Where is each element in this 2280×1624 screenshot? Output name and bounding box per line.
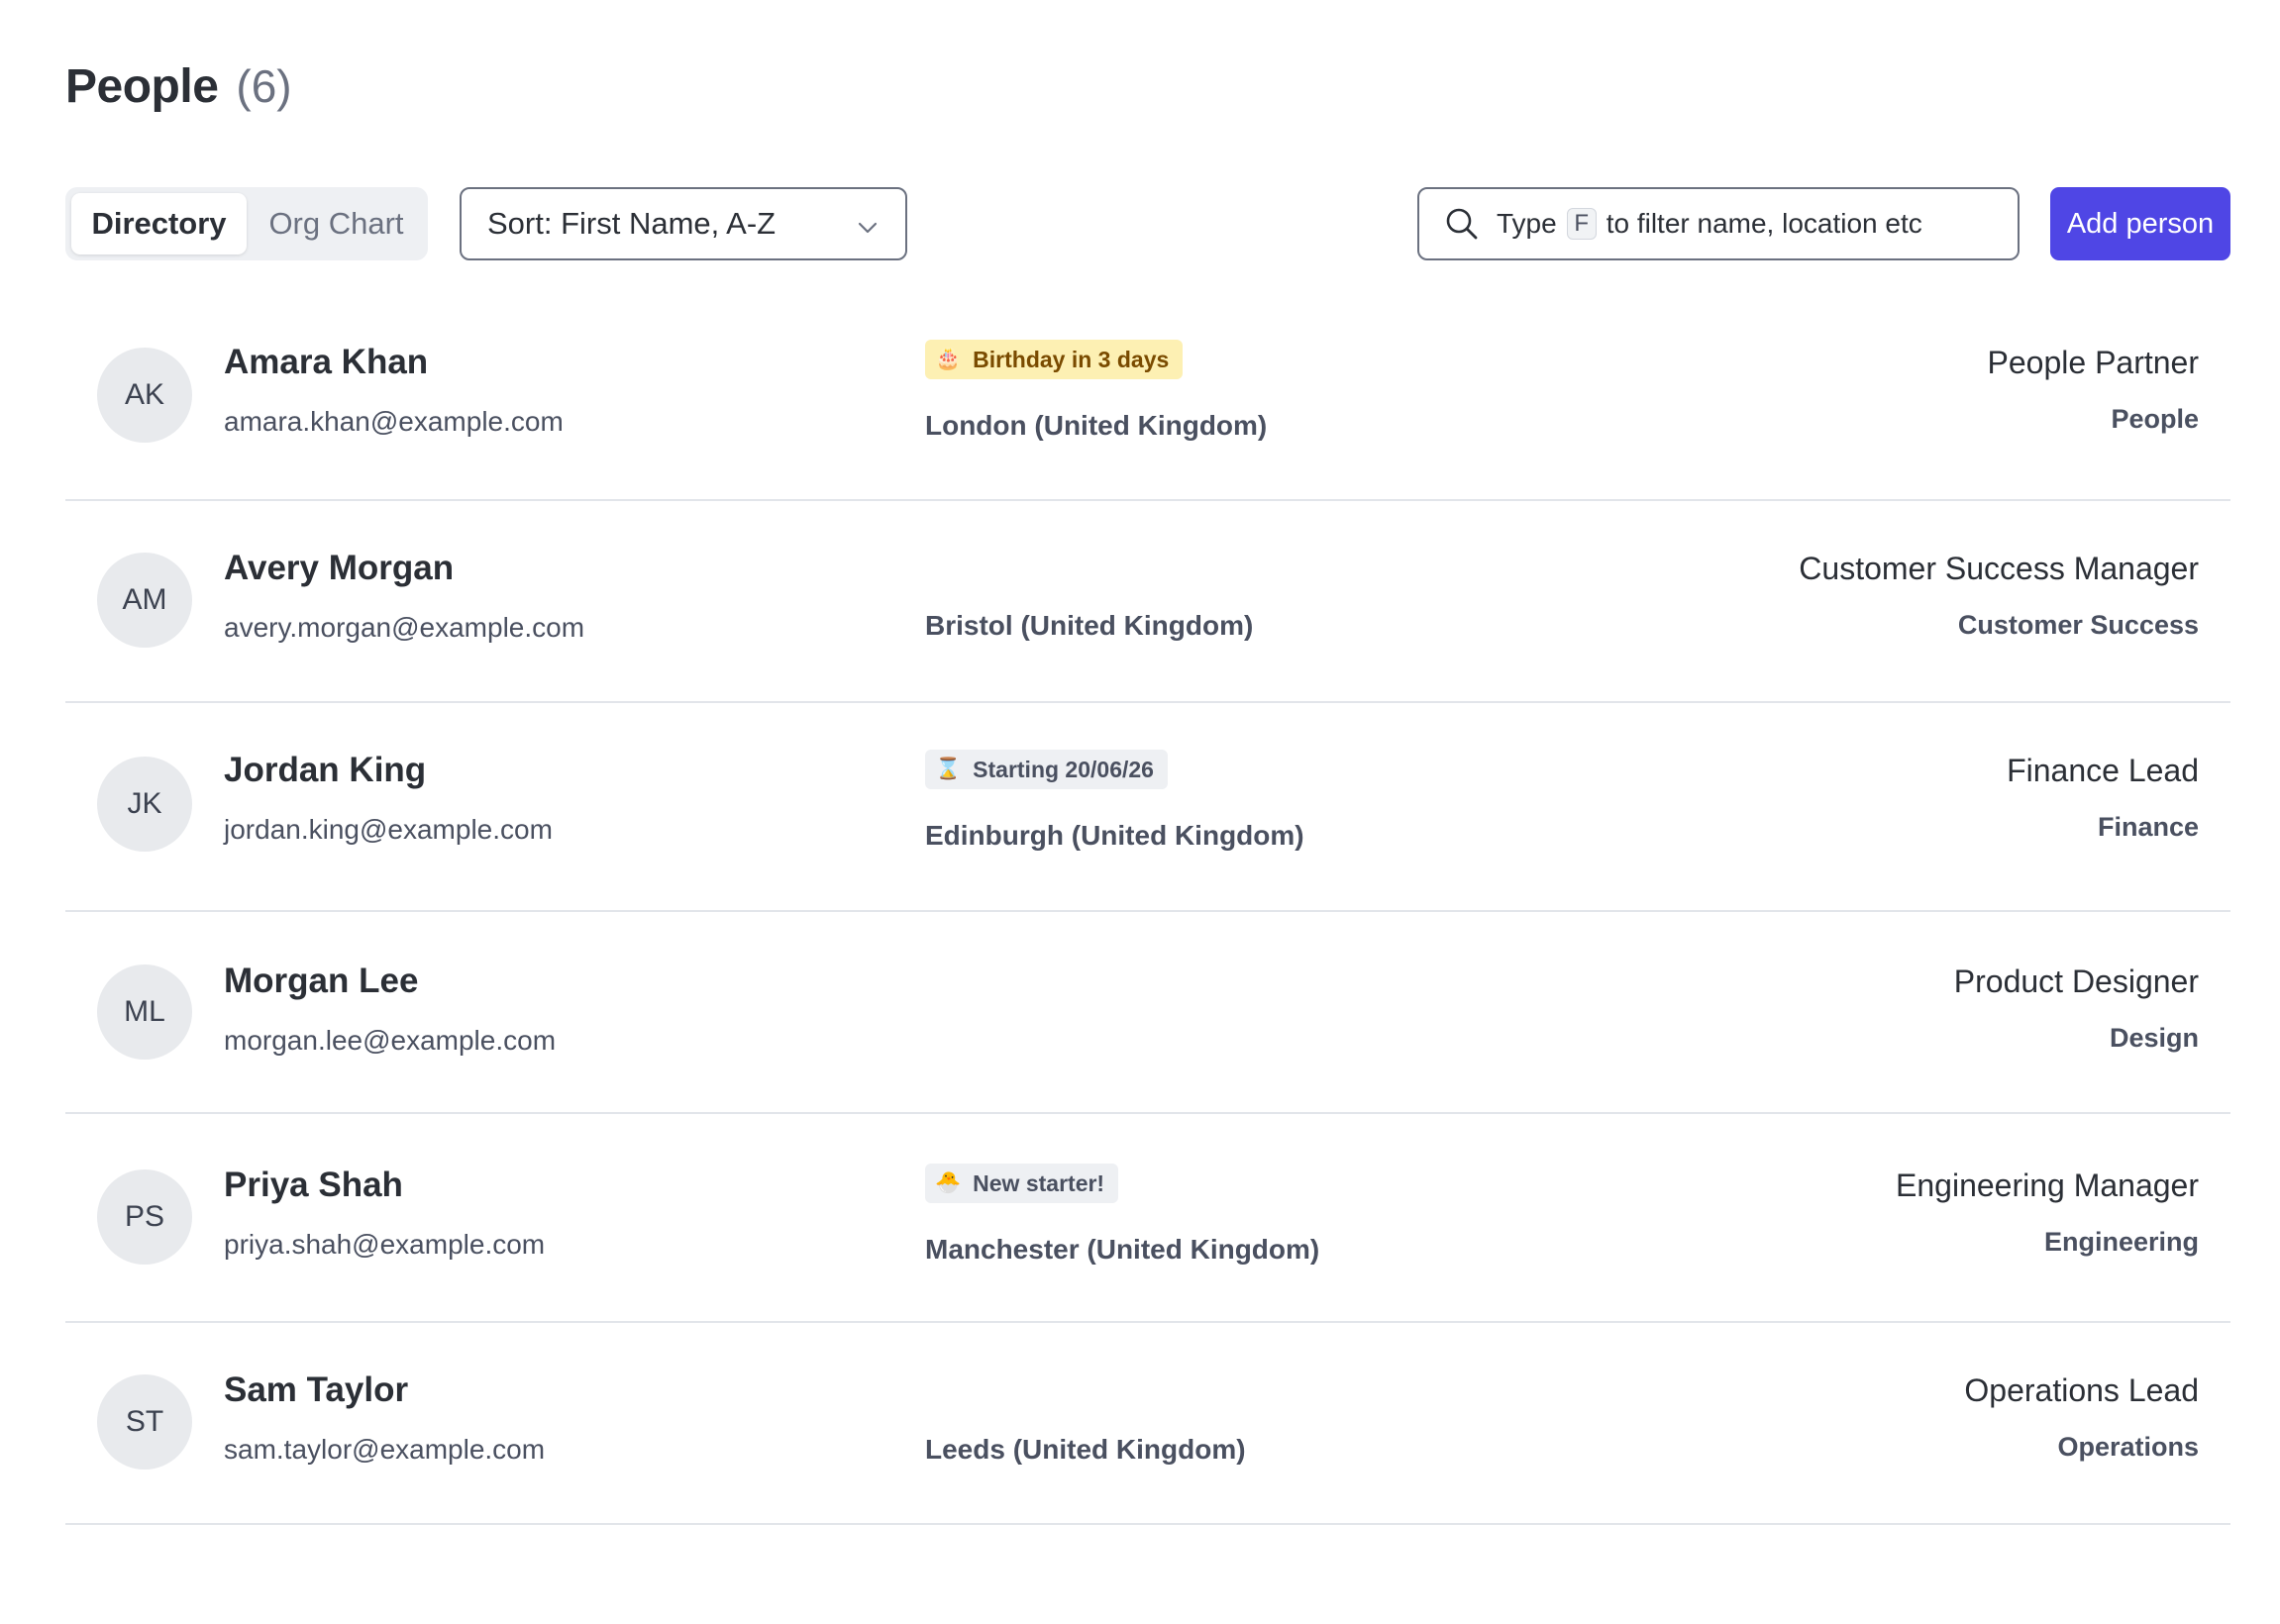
tab-org-chart[interactable]: Org Chart (255, 193, 418, 254)
list-item[interactable]: AM Avery Morgan avery.morgan@example.com… (65, 501, 2230, 703)
person-email[interactable]: avery.morgan@example.com (224, 612, 584, 644)
person-role: Product Designer (1953, 964, 2199, 999)
search-placeholder-suffix: to filter name, location etc (1606, 208, 1922, 239)
person-name[interactable]: Avery Morgan (224, 549, 454, 588)
avatar: AM (97, 553, 192, 648)
view-toggle: Directory Org Chart (65, 187, 428, 260)
add-person-button[interactable]: Add person (2050, 187, 2230, 260)
avatar: ML (97, 964, 192, 1060)
person-name[interactable]: Jordan King (224, 751, 426, 790)
status-badge: 🐣 New starter! (925, 1164, 1119, 1203)
status-badge-label: Birthday in 3 days (973, 346, 1170, 372)
person-name[interactable]: Sam Taylor (224, 1370, 408, 1410)
hatching-chick-icon: 🐣 (935, 1171, 962, 1194)
person-department: Engineering (2043, 1227, 2199, 1257)
search-icon (1443, 205, 1481, 243)
list-item[interactable]: ML Morgan Lee morgan.lee@example.com Pro… (65, 912, 2230, 1114)
person-location: Manchester (United Kingdom) (925, 1234, 1320, 1265)
person-email[interactable]: priya.shah@example.com (224, 1229, 545, 1261)
toolbar: Directory Org Chart Sort: First Name, A-… (65, 187, 2230, 260)
status-badge-label: New starter! (973, 1169, 1105, 1196)
person-department: Finance (2097, 812, 2199, 842)
tab-directory[interactable]: Directory (71, 193, 247, 254)
person-name[interactable]: Morgan Lee (224, 962, 418, 1001)
avatar: JK (97, 757, 192, 852)
chevron-down-icon (856, 212, 880, 236)
person-location: London (United Kingdom) (925, 410, 1268, 441)
avatar: ST (97, 1374, 192, 1470)
sort-select-label: Sort: First Name, A-Z (487, 206, 777, 241)
avatar: AK (97, 348, 192, 443)
birthday-cake-icon: 🎂 (935, 348, 962, 370)
person-department: Operations (2057, 1432, 2199, 1462)
person-department: Customer Success (1957, 610, 2199, 640)
list-item[interactable]: AK Amara Khan amara.khan@example.com 🎂 B… (65, 295, 2230, 501)
people-list: AK Amara Khan amara.khan@example.com 🎂 B… (65, 295, 2230, 1525)
people-page: People (6) Directory Org Chart Sort: Fir… (0, 0, 2280, 1624)
person-role: Finance Lead (2007, 753, 2199, 788)
person-role: Customer Success Manager (1799, 551, 2199, 586)
sort-select[interactable]: Sort: First Name, A-Z (460, 187, 907, 260)
avatar: PS (97, 1169, 192, 1265)
person-email[interactable]: jordan.king@example.com (224, 814, 553, 846)
status-badge: 🎂 Birthday in 3 days (925, 340, 1184, 379)
status-badge-label: Starting 20/06/26 (973, 756, 1154, 782)
list-item[interactable]: JK Jordan King jordan.king@example.com ⌛… (65, 703, 2230, 912)
person-location: Bristol (United Kingdom) (925, 610, 1254, 641)
list-item[interactable]: PS Priya Shah priya.shah@example.com 🐣 N… (65, 1114, 2230, 1323)
search-placeholder-prefix: Type (1497, 208, 1557, 239)
people-count: (6) (236, 60, 292, 112)
person-email[interactable]: sam.taylor@example.com (224, 1434, 545, 1466)
page-title: People (65, 60, 219, 113)
person-role: People Partner (1987, 345, 2199, 380)
status-badge: ⌛ Starting 20/06/26 (925, 750, 1168, 789)
shortcut-key: F (1566, 208, 1597, 240)
person-name[interactable]: Amara Khan (224, 343, 428, 382)
person-location: Edinburgh (United Kingdom) (925, 820, 1304, 851)
hourglass-icon: ⌛ (935, 758, 962, 780)
person-department: People (2111, 404, 2199, 434)
page-header: People (6) (65, 59, 292, 114)
person-name[interactable]: Priya Shah (224, 1166, 403, 1205)
person-department: Design (2109, 1023, 2199, 1053)
person-role: Operations Lead (1964, 1372, 2199, 1408)
person-email[interactable]: amara.khan@example.com (224, 406, 564, 438)
search-input[interactable]: Type F to filter name, location etc (1417, 187, 2020, 260)
list-item[interactable]: ST Sam Taylor sam.taylor@example.com Lee… (65, 1323, 2230, 1525)
person-role: Engineering Manager (1896, 1167, 2199, 1203)
person-email[interactable]: morgan.lee@example.com (224, 1025, 556, 1057)
person-location: Leeds (United Kingdom) (925, 1434, 1246, 1465)
